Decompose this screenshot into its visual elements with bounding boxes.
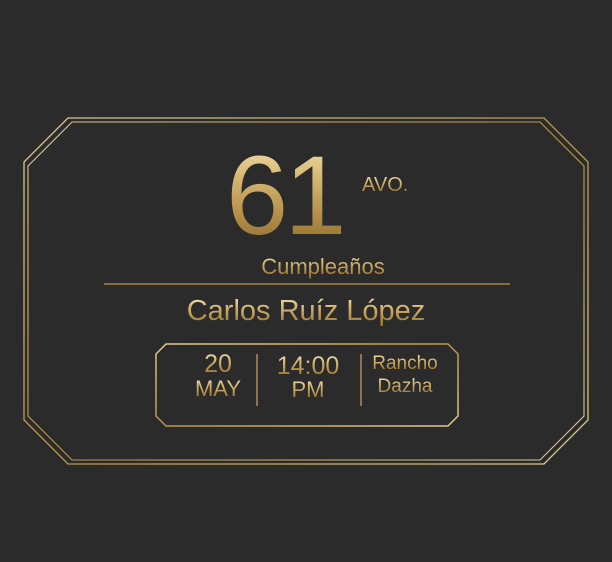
time-period: PM (266, 379, 350, 401)
invitation-card: 61 AVO. Cumpleaños Carlos Ruíz López 20 … (0, 0, 612, 562)
venue-block: Rancho Dazha (362, 352, 448, 396)
occasion-title: Cumpleaños (0, 254, 612, 279)
date-block: 20 MAY (188, 352, 248, 400)
age-number: 61 (226, 133, 347, 258)
time-block: 14:00 PM (266, 352, 350, 401)
venue-line1: Rancho (362, 354, 448, 373)
occasion-text: Cumpleaños (261, 254, 385, 279)
venue-line2: Dazha (362, 377, 448, 396)
time-hour: 14:00 (266, 354, 350, 379)
decorative-frame (23, 117, 589, 465)
date-day: 20 (188, 352, 248, 377)
date-month: MAY (188, 378, 248, 400)
honoree-name: Carlos Ruíz López (0, 295, 612, 328)
age-suffix: AVO. (362, 174, 409, 196)
